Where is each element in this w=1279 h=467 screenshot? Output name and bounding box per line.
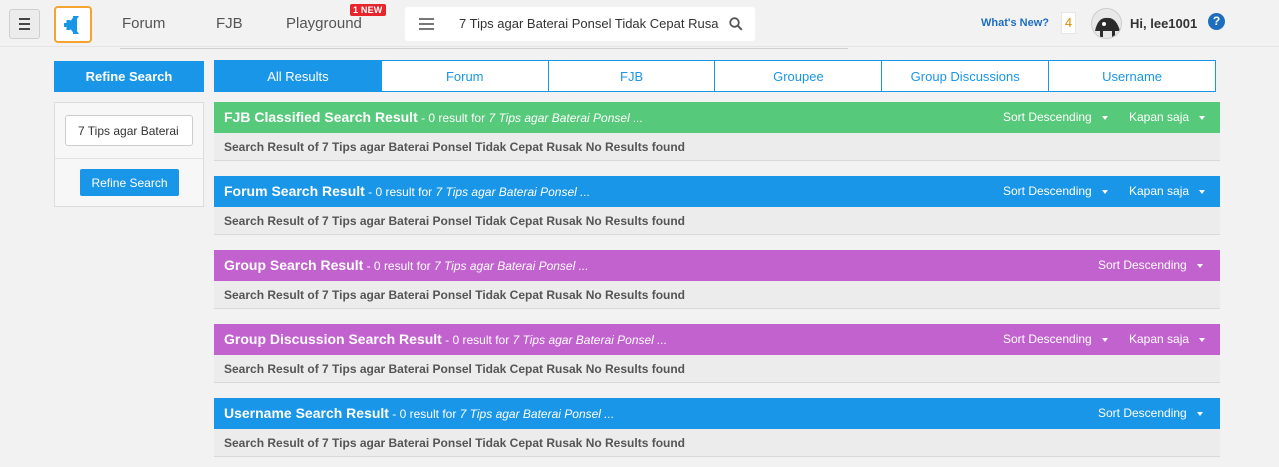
time-dropdown[interactable]: Kapan saja	[1129, 332, 1206, 346]
sort-dropdown[interactable]: Sort Descending	[1003, 184, 1108, 198]
divider	[120, 48, 848, 49]
result-message: Search Result of 7 Tips agar Baterai Pon…	[214, 355, 1220, 383]
result-message: Search Result of 7 Tips agar Baterai Pon…	[214, 207, 1220, 235]
nav-playground[interactable]: Playground	[286, 15, 362, 32]
tab-groupee[interactable]: Groupee	[715, 60, 883, 92]
result-title: Forum Search Result - 0 result for 7 Tip…	[224, 183, 591, 199]
caret-down-icon	[1199, 189, 1206, 194]
sort-dropdown[interactable]: Sort Descending	[1098, 406, 1203, 420]
caret-down-icon	[1196, 263, 1203, 268]
forum-result-section: Forum Search Result - 0 result for 7 Tip…	[214, 176, 1220, 235]
tab-fjb[interactable]: FJB	[548, 60, 716, 92]
tab-username[interactable]: Username	[1049, 60, 1216, 92]
result-message: Search Result of 7 Tips agar Baterai Pon…	[214, 429, 1220, 457]
refine-search-button[interactable]: Refine Search	[80, 169, 179, 196]
nav-fjb[interactable]: FJB	[216, 15, 243, 32]
hamburger-menu-button[interactable]	[9, 9, 40, 39]
sort-dropdown[interactable]: Sort Descending	[1098, 258, 1203, 272]
refine-search-panel: Refine Search	[54, 102, 204, 207]
result-message: Search Result of 7 Tips agar Baterai Pon…	[214, 133, 1220, 161]
result-title: FJB Classified Search Result - 0 result …	[224, 109, 644, 125]
new-badge: 1 NEW	[350, 4, 386, 16]
refine-search-title: Refine Search	[54, 61, 204, 92]
hamburger-icon	[19, 17, 30, 32]
result-title: Group Search Result - 0 result for 7 Tip…	[224, 257, 589, 273]
kaskus-logo[interactable]	[54, 6, 92, 43]
help-icon[interactable]: ?	[1208, 13, 1225, 30]
search-input[interactable]: 7 Tips agar Baterai Ponsel Tidak Cepat R…	[459, 16, 719, 31]
result-header: FJB Classified Search Result - 0 result …	[214, 102, 1220, 133]
user-greeting[interactable]: Hi, lee1001	[1130, 16, 1197, 31]
whats-new-link[interactable]: What's New?	[981, 17, 1049, 29]
caret-down-icon	[1101, 337, 1108, 342]
result-tabs: All Results Forum FJB Groupee Group Disc…	[214, 60, 1216, 92]
search-icon[interactable]	[729, 17, 743, 31]
result-header: Group Discussion Search Result - 0 resul…	[214, 324, 1220, 355]
caret-down-icon	[1196, 411, 1203, 416]
avatar-image	[1092, 9, 1121, 38]
username-result-section: Username Search Result - 0 result for 7 …	[214, 398, 1220, 457]
time-dropdown[interactable]: Kapan saja	[1129, 184, 1206, 198]
result-header: Username Search Result - 0 result for 7 …	[214, 398, 1220, 429]
top-bar: Forum FJB Playground 1 NEW 7 Tips agar B…	[0, 0, 1279, 47]
tab-group-discussions[interactable]: Group Discussions	[882, 60, 1050, 92]
time-dropdown[interactable]: Kapan saja	[1129, 110, 1206, 124]
tab-forum[interactable]: Forum	[381, 60, 549, 92]
fjb-result-section: FJB Classified Search Result - 0 result …	[214, 102, 1220, 161]
nav-forum[interactable]: Forum	[122, 15, 165, 32]
refine-search-input[interactable]	[65, 115, 193, 146]
caret-down-icon	[1199, 115, 1206, 120]
result-title: Username Search Result - 0 result for 7 …	[224, 405, 615, 421]
sort-dropdown[interactable]: Sort Descending	[1003, 110, 1108, 124]
list-icon	[418, 17, 434, 32]
caret-down-icon	[1101, 189, 1108, 194]
search-bar[interactable]: 7 Tips agar Baterai Ponsel Tidak Cepat R…	[405, 7, 755, 41]
caret-down-icon	[1199, 337, 1206, 342]
group-discussion-result-section: Group Discussion Search Result - 0 resul…	[214, 324, 1220, 383]
avatar[interactable]	[1091, 8, 1122, 39]
result-header: Group Search Result - 0 result for 7 Tip…	[214, 250, 1220, 281]
caret-down-icon	[1101, 115, 1108, 120]
search-category-button[interactable]	[418, 16, 434, 32]
divider	[55, 158, 203, 159]
tab-all-results[interactable]: All Results	[214, 60, 382, 92]
result-header: Forum Search Result - 0 result for 7 Tip…	[214, 176, 1220, 207]
group-result-section: Group Search Result - 0 result for 7 Tip…	[214, 250, 1220, 309]
sort-dropdown[interactable]: Sort Descending	[1003, 332, 1108, 346]
notification-count[interactable]: 4	[1061, 12, 1076, 34]
result-message: Search Result of 7 Tips agar Baterai Pon…	[214, 281, 1220, 309]
result-title: Group Discussion Search Result - 0 resul…	[224, 331, 668, 347]
logo-k-icon	[64, 15, 79, 34]
